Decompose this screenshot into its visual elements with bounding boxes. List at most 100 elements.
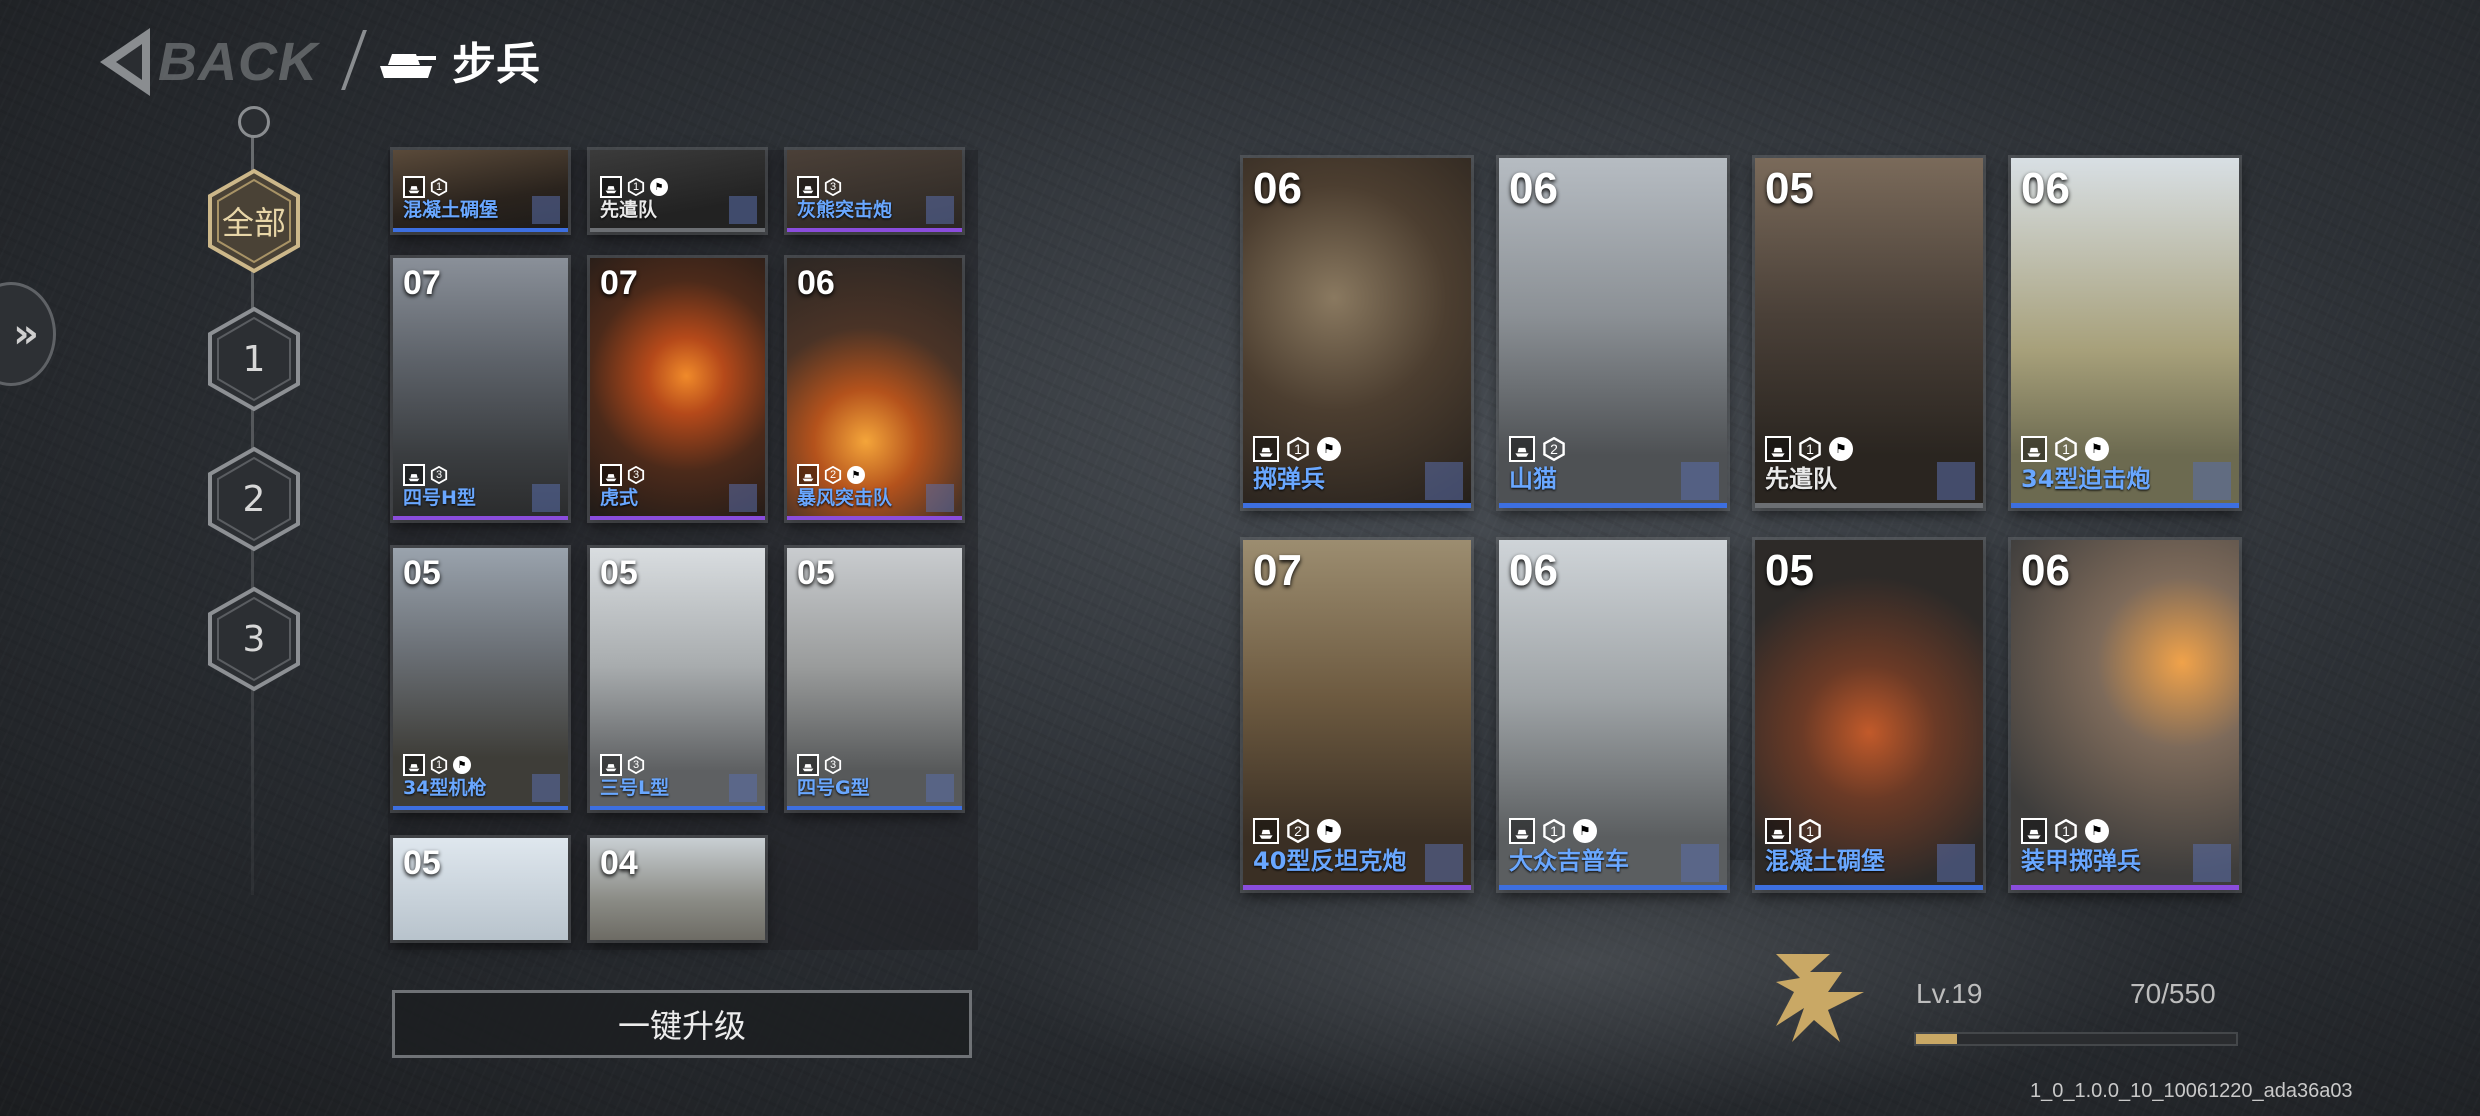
faction-mark-icon [532,774,560,802]
card-cost: 06 [2021,546,2070,595]
deck-card[interactable]: 06 1 ⚑ 34型迫击炮 [2011,158,2239,508]
faction-mark-icon [729,484,757,512]
card-count: 1 [430,756,448,774]
deck-card[interactable]: 06 1 ⚑ 掷弹兵 [1243,158,1471,508]
faction-mark-icon [2193,844,2231,882]
card-cost: 05 [797,554,835,592]
rarity-bar [787,806,962,810]
player-level: Lv.19 [1916,978,1983,1009]
faction-mark-icon [1681,462,1719,500]
rarity-bar [393,516,568,520]
map-backdrop [980,860,2180,1116]
collection-card[interactable]: 1 ⚑ 先遣队 [590,150,765,232]
deck-card[interactable]: 07 2 ⚑ 40型反坦克炮 [1243,540,1471,890]
rarity-bar [1755,885,1983,890]
card-name: 40型反坦克炮 [1253,847,1407,875]
card-count: 2 [824,466,842,484]
rarity-bar [590,516,765,520]
card-cost: 06 [1509,164,1558,213]
card-cost: 06 [2021,164,2070,213]
rarity-bar [2011,503,2239,508]
flag-icon: ⚑ [1317,437,1341,461]
back-button[interactable]: BACK [100,22,317,102]
deck-card[interactable]: 05 1 ⚑ 先遣队 [1755,158,1983,508]
tier-filter-all[interactable]: 全部 [205,168,303,274]
deck-card[interactable]: 06 1 ⚑ 大众吉普车 [1499,540,1727,890]
card-count: 3 [430,466,448,484]
card-name: 混凝土碉堡 [403,199,499,221]
card-name: 先遣队 [600,199,658,221]
collection-card[interactable]: 05 3 四号G型 [787,548,962,810]
faction-mark-icon [1425,462,1463,500]
faction-mark-icon [926,774,954,802]
faction-mark-icon [532,484,560,512]
card-count: 3 [627,466,645,484]
faction-mark-icon [2193,462,2231,500]
page-title: 步兵 [452,39,540,90]
tier-filter-2[interactable]: 2 [205,446,303,552]
rarity-bar [393,228,568,232]
card-cost: 07 [600,264,638,302]
tank-icon [380,54,436,78]
card-count: 3 [824,756,842,774]
card-name: 灰熊突击炮 [797,199,893,221]
card-name: 装甲掷弹兵 [2021,847,2141,875]
card-name: 四号H型 [403,487,476,509]
card-cost: 05 [403,554,441,592]
deck-card[interactable]: 06 1 ⚑ 装甲掷弹兵 [2011,540,2239,890]
card-name: 暴风突击队 [797,487,893,509]
card-cost: 05 [403,844,441,882]
card-count: 2 [1542,437,1566,461]
xp-progress-bar [1914,1032,2238,1046]
tier-label: 全部 [221,204,286,242]
collection-card[interactable]: 06 2 ⚑ 暴风突击队 [787,258,962,520]
card-cost: 06 [1509,546,1558,595]
faction-mark-icon [1425,844,1463,882]
card-name: 34型迫击炮 [2021,465,2151,493]
rarity-bar [1755,503,1983,508]
collection-card[interactable]: 1 混凝土碉堡 [393,150,568,232]
level-emblem-icon [1776,954,1864,1042]
card-name: 34型机枪 [403,777,487,799]
rarity-bar [1499,503,1727,508]
card-name: 三号L型 [600,777,670,799]
collection-card[interactable]: 05 [393,838,568,940]
card-count: 3 [824,178,842,196]
card-name: 山猫 [1509,465,1557,493]
faction-mark-icon [532,196,560,224]
double-chevron-right-icon: » [13,311,39,357]
flag-icon: ⚑ [650,178,668,196]
upgrade-all-button[interactable]: 一键升级 [392,990,972,1058]
collection-card[interactable]: 3 灰熊突击炮 [787,150,962,232]
flag-icon: ⚑ [453,756,471,774]
card-count: 3 [627,756,645,774]
collection-card[interactable]: 05 3 三号L型 [590,548,765,810]
card-cost: 04 [600,844,638,882]
tier-filter-3[interactable]: 3 [205,586,303,692]
rarity-bar [787,516,962,520]
card-name: 虎式 [600,487,639,509]
collection-card[interactable]: 04 [590,838,765,940]
card-count: 1 [2054,819,2078,843]
header-divider [341,30,367,90]
flag-icon: ⚑ [1317,819,1341,843]
faction-mark-icon [926,196,954,224]
tier-filter-1[interactable]: 1 [205,306,303,412]
card-cost: 07 [403,264,441,302]
faction-mark-icon [1937,462,1975,500]
collection-card[interactable]: 05 1 ⚑ 34型机枪 [393,548,568,810]
collection-card[interactable]: 07 3 四号H型 [393,258,568,520]
back-label: BACK [158,32,318,92]
collection-card[interactable]: 07 3 虎式 [590,258,765,520]
side-expand-button[interactable]: » [0,282,56,386]
card-count: 1 [627,178,645,196]
card-count: 1 [2054,437,2078,461]
flag-icon: ⚑ [2085,437,2109,461]
tier-label: 2 [242,478,266,520]
tier-label: 3 [242,618,266,660]
deck-card[interactable]: 05 1 混凝土碉堡 [1755,540,1983,890]
version-text: 1_0_1.0.0_10_10061220_ada36a03 [2030,1080,2353,1102]
deck-card[interactable]: 06 2 山猫 [1499,158,1727,508]
card-cost: 07 [1253,546,1302,595]
card-name: 大众吉普车 [1509,847,1629,875]
